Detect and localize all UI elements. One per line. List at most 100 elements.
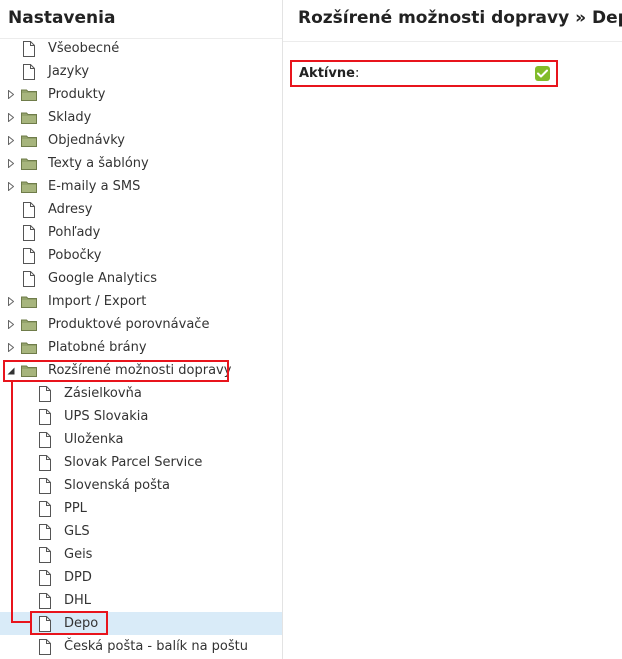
triangle-right-icon[interactable]: [6, 313, 16, 336]
folder-icon: [21, 133, 37, 149]
file-icon: [21, 271, 37, 287]
tree-item-sklady[interactable]: Sklady: [0, 106, 282, 129]
tree-item-label: Pohľady: [48, 225, 101, 240]
check-icon: [537, 69, 548, 78]
file-icon: [21, 202, 37, 218]
tree-item-objednavky[interactable]: Objednávky: [0, 129, 282, 152]
tree-item-rozsirene-moznosti-dopravy[interactable]: Rozšírené možnosti dopravy: [0, 359, 282, 382]
folder-icon: [21, 317, 37, 333]
file-icon: [37, 478, 53, 494]
triangle-right-icon[interactable]: [6, 106, 16, 129]
triangle-right-icon[interactable]: [6, 83, 16, 106]
settings-sidebar: Nastavenia Všeobecné Jazyky Produkty Sklady…: [0, 0, 283, 659]
tree-item-label: Česká pošta - balík na poštu: [64, 639, 248, 654]
tree-item-label: Slovak Parcel Service: [64, 455, 203, 470]
file-icon: [37, 501, 53, 517]
active-label-text: Aktívne: [299, 66, 355, 81]
tree-item-label: Všeobecné: [48, 41, 120, 56]
file-icon: [37, 455, 53, 471]
tree-item-label: Texty a šablóny: [48, 156, 149, 171]
tree-item-pobocky[interactable]: Pobočky: [0, 244, 282, 267]
file-icon: [37, 616, 53, 632]
file-icon: [37, 386, 53, 402]
file-icon: [37, 432, 53, 448]
tree-item-platobne-brany[interactable]: Platobné brány: [0, 336, 282, 359]
tree-item-ups-slovakia[interactable]: UPS Slovakia: [0, 405, 282, 428]
folder-icon: [21, 87, 37, 103]
file-icon: [21, 64, 37, 80]
tree-item-ppl[interactable]: PPL: [0, 497, 282, 520]
triangle-right-icon[interactable]: [6, 336, 16, 359]
active-label-colon: :: [354, 66, 360, 81]
tree-item-label: GLS: [64, 524, 90, 539]
tree-item-dhl[interactable]: DHL: [0, 589, 282, 612]
tree-item-label: Produktové porovnávače: [48, 317, 210, 332]
file-icon: [37, 547, 53, 563]
active-checkbox[interactable]: [535, 66, 550, 81]
tree-item-label: Uloženka: [64, 432, 124, 447]
folder-icon: [21, 110, 37, 126]
folder-icon: [21, 179, 37, 195]
tree-item-label: DPD: [64, 570, 92, 585]
folder-icon: [21, 156, 37, 172]
tree-item-slovak-parcel-service[interactable]: Slovak Parcel Service: [0, 451, 282, 474]
tree-item-label: Depo: [64, 616, 99, 631]
tree-item-label: Import / Export: [48, 294, 147, 309]
tree-item-geis[interactable]: Geis: [0, 543, 282, 566]
sidebar-title: Nastavenia: [8, 8, 116, 28]
triangle-right-icon[interactable]: [6, 175, 16, 198]
tree-item-label: Adresy: [48, 202, 93, 217]
file-icon: [37, 524, 53, 540]
tree-item-label: Jazyky: [48, 64, 90, 79]
tree-item-label: Geis: [64, 547, 93, 562]
tree-item-label: E-maily a SMS: [48, 179, 141, 194]
folder-icon: [21, 363, 37, 379]
tree-item-gls[interactable]: GLS: [0, 520, 282, 543]
folder-icon: [21, 294, 37, 310]
triangle-down-icon[interactable]: [6, 359, 16, 382]
folder-icon: [21, 340, 37, 356]
tree-item-label: Sklady: [48, 110, 92, 125]
tree-item-label: Google Analytics: [48, 271, 158, 286]
tree-item-slovenska-posta[interactable]: Slovenská pošta: [0, 474, 282, 497]
tree-item-ulozenka[interactable]: Uloženka: [0, 428, 282, 451]
tree-item-google-analytics[interactable]: Google Analytics: [0, 267, 282, 290]
tree-item-produkty[interactable]: Produkty: [0, 83, 282, 106]
tree-item-jazyky[interactable]: Jazyky: [0, 60, 282, 83]
file-icon: [37, 570, 53, 586]
tree-item-depo[interactable]: Depo: [0, 612, 282, 635]
tree-item-label: Pobočky: [48, 248, 102, 263]
tree-item-label: PPL: [64, 501, 87, 516]
triangle-right-icon[interactable]: [6, 129, 16, 152]
triangle-right-icon[interactable]: [6, 152, 16, 175]
tree-item-label: Platobné brány: [48, 340, 147, 355]
tree-item-label: DHL: [64, 593, 92, 608]
settings-tree: Všeobecné Jazyky Produkty Sklady Objednávky T…: [0, 37, 282, 658]
active-field-label: Aktívne:: [299, 66, 359, 82]
file-icon: [21, 248, 37, 264]
tree-item-e-maily-a-sms[interactable]: E-maily a SMS: [0, 175, 282, 198]
active-field-row: Aktívne:: [290, 60, 558, 87]
triangle-right-icon[interactable]: [6, 290, 16, 313]
tree-item-label: UPS Slovakia: [64, 409, 149, 424]
tree-item-ceska-posta-balik-na-postu[interactable]: Česká pošta - balík na poštu: [0, 635, 282, 658]
tree-item-label: Slovenská pošta: [64, 478, 170, 493]
file-icon: [37, 639, 53, 655]
file-icon: [37, 593, 53, 609]
tree-item-pohlady[interactable]: Pohľady: [0, 221, 282, 244]
tree-item-adresy[interactable]: Adresy: [0, 198, 282, 221]
page-title: Rozšírené možnosti dopravy » Depo: [298, 8, 622, 28]
tree-item-texty-a-sablony[interactable]: Texty a šablóny: [0, 152, 282, 175]
tree-item-import-export[interactable]: Import / Export: [0, 290, 282, 313]
tree-item-vseobecne[interactable]: Všeobecné: [0, 37, 282, 60]
tree-item-zasielkovna[interactable]: Zásielkovňa: [0, 382, 282, 405]
main-divider: [283, 41, 622, 42]
tree-item-label: Produkty: [48, 87, 106, 102]
tree-item-produktove-porovnavace[interactable]: Produktové porovnávače: [0, 313, 282, 336]
tree-item-label: Zásielkovňa: [64, 386, 142, 401]
tree-item-label: Rozšírené možnosti dopravy: [48, 363, 232, 378]
file-icon: [21, 225, 37, 241]
file-icon: [37, 409, 53, 425]
tree-item-dpd[interactable]: DPD: [0, 566, 282, 589]
file-icon: [21, 41, 37, 57]
